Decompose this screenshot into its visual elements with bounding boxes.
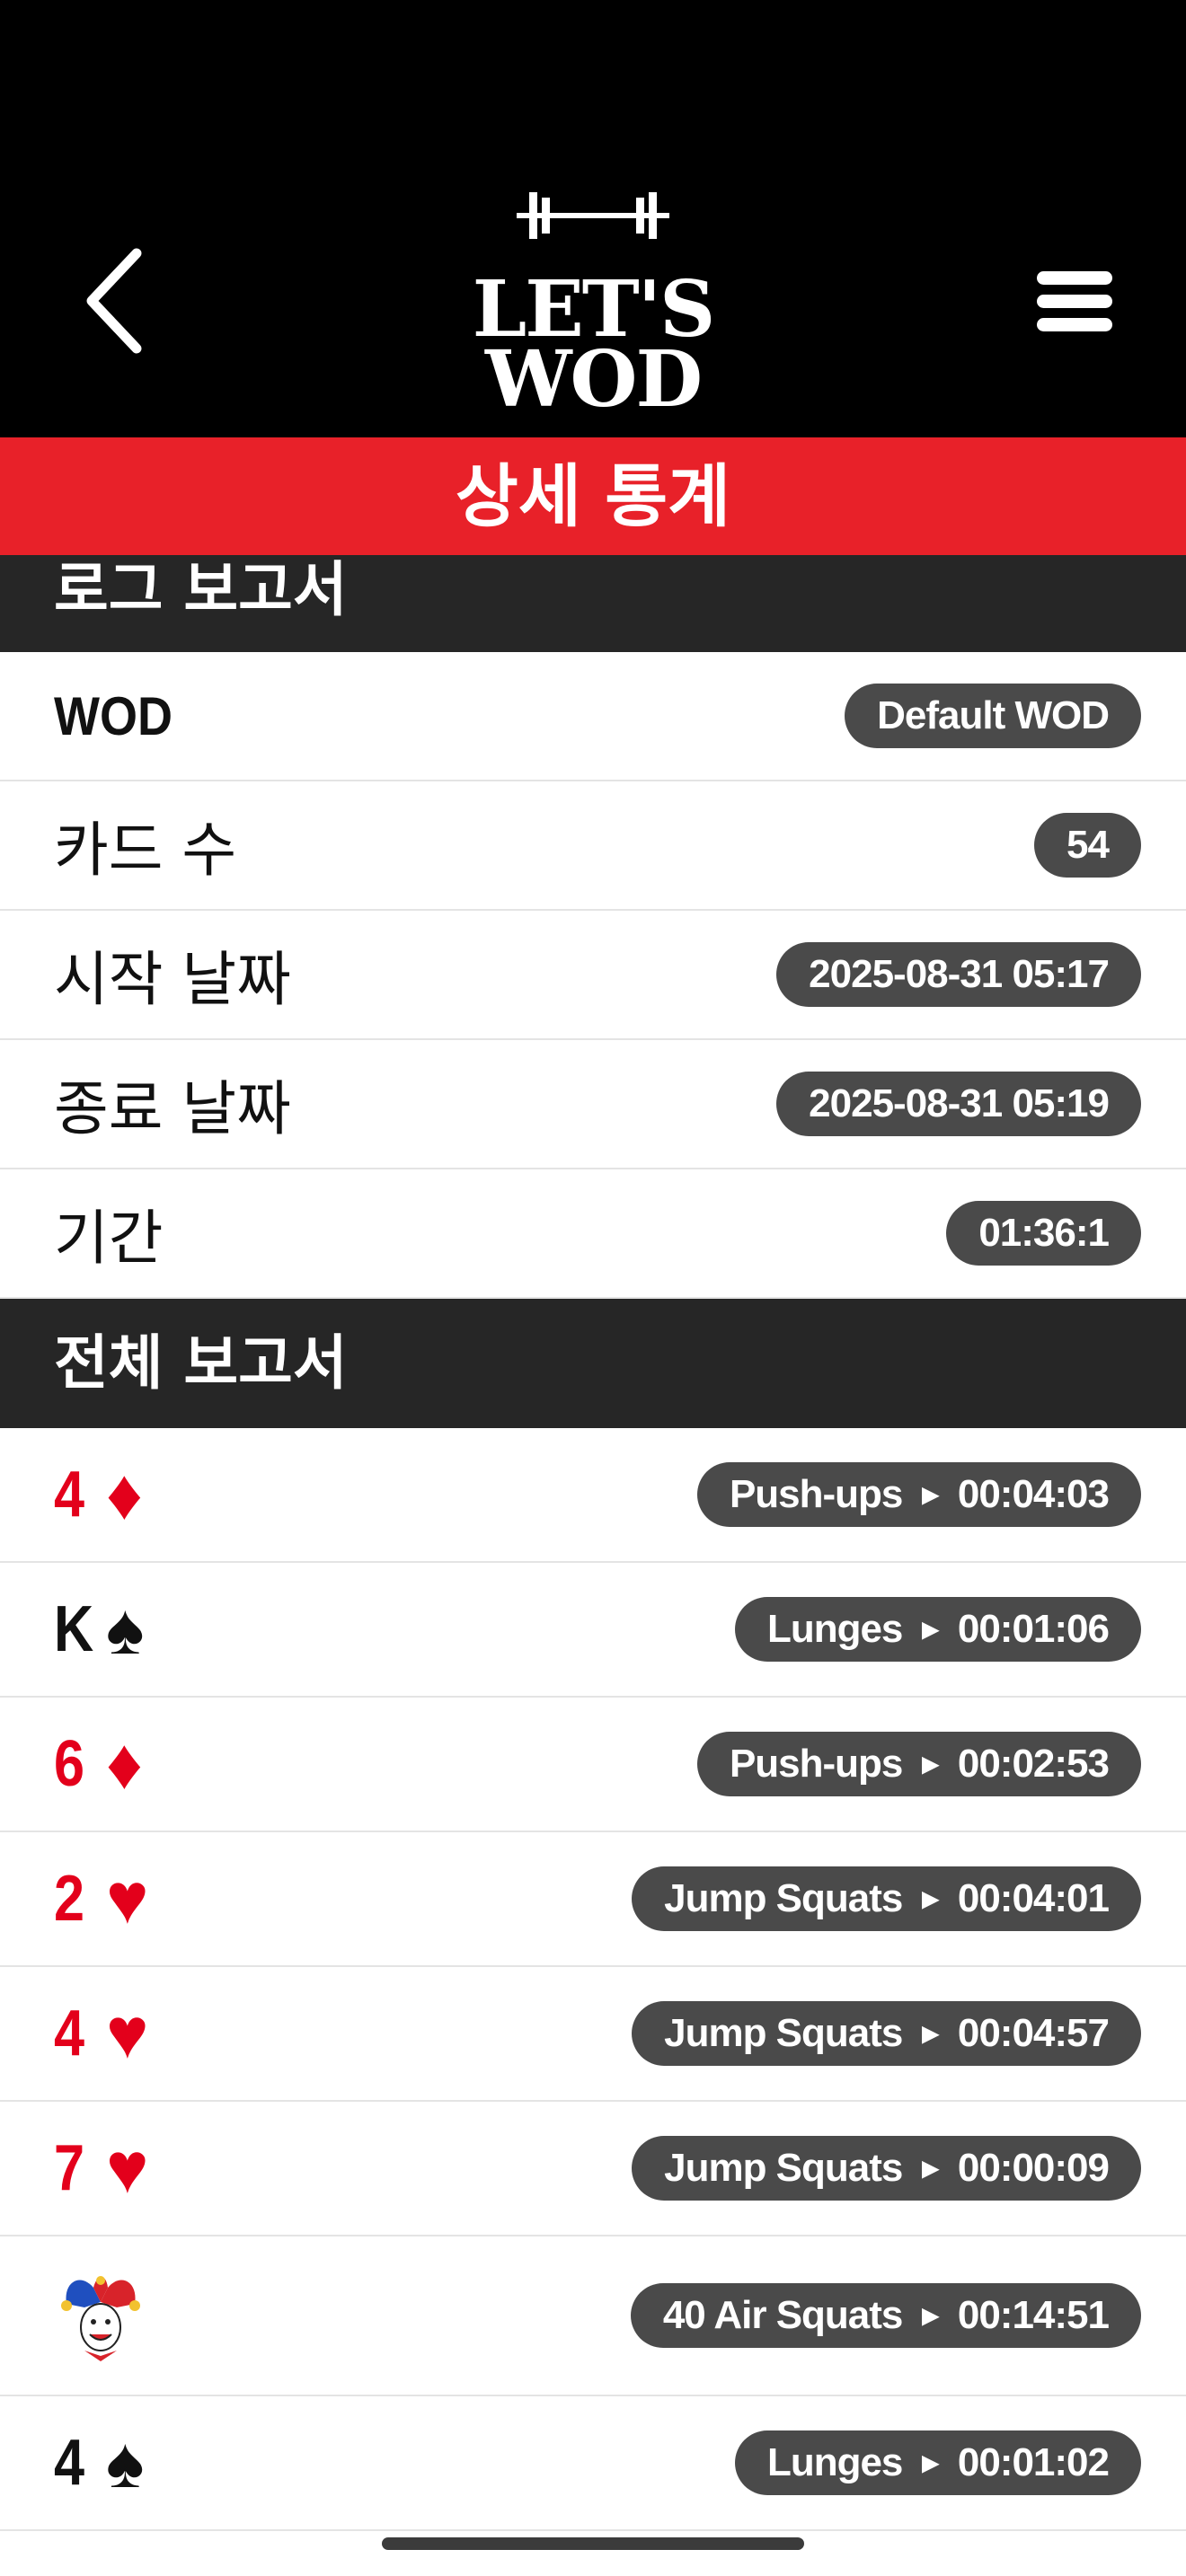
heart-suit-icon: ♥ <box>106 1858 149 1938</box>
exercise-name: Jump Squats <box>664 2146 903 2190</box>
row-label: 종료 날짜 <box>54 1074 291 1143</box>
log-row-end-date: 종료 날짜 2025-08-31 05:19 <box>0 1040 1186 1169</box>
log-row-duration: 기간 01:36:1 <box>0 1169 1186 1299</box>
section-title: 전체 보고서 <box>54 1328 348 1398</box>
value-pill: 54 <box>1034 813 1141 878</box>
play-arrow-icon: ▶ <box>922 2304 938 2328</box>
log-row-card-count: 카드 수 54 <box>0 781 1186 911</box>
report-row: 2 ♥ Jump Squats ▶ 00:04:01 <box>0 1832 1186 1967</box>
value-pill: Default WOD <box>845 684 1141 748</box>
section-title: 로그 보고서 <box>54 555 348 624</box>
card-label: 4 ♦ <box>54 1428 143 1561</box>
exercise-time-pill: Jump Squats ▶ 00:04:01 <box>632 1866 1141 1931</box>
play-arrow-icon: ▶ <box>922 2451 938 2475</box>
logo-text-line2: WOD <box>484 334 703 425</box>
app-logo: LET'S WOD <box>467 189 719 419</box>
report-row: 40 Air Squats ▶ 00:14:51 <box>0 2236 1186 2396</box>
report-row: 4 ♠ Lunges ▶ 00:01:02 <box>0 2396 1186 2531</box>
exercise-time-pill: Lunges ▶ 00:01:02 <box>734 2430 1141 2495</box>
card-label: 6 ♦ <box>54 1698 143 1831</box>
exercise-name: Lunges <box>766 2440 903 2484</box>
row-label: WOD <box>54 685 173 746</box>
exercise-name: 40 Air Squats <box>662 2293 904 2337</box>
card-label: K ♠ <box>54 1563 145 1696</box>
menu-button[interactable] <box>1024 260 1123 341</box>
play-arrow-icon: ▶ <box>922 1887 938 1911</box>
exercise-time-pill: Lunges ▶ 00:01:06 <box>734 1597 1141 1662</box>
report-row: K ♠ Lunges ▶ 00:01:06 <box>0 1563 1186 1698</box>
back-button[interactable] <box>72 243 162 359</box>
card-rank: 7 <box>54 2132 85 2204</box>
spade-suit-icon: ♠ <box>106 2422 145 2502</box>
diamond-suit-icon: ♦ <box>106 1454 143 1534</box>
card-rank: K <box>54 1593 94 1665</box>
card-label: 7 ♥ <box>54 2102 149 2235</box>
home-indicator[interactable] <box>382 2537 804 2550</box>
exercise-time-pill: Jump Squats ▶ 00:00:09 <box>632 2136 1141 2201</box>
exercise-time-pill: Jump Squats ▶ 00:04:57 <box>632 2001 1141 2066</box>
exercise-time: 00:04:01 <box>957 1876 1110 1920</box>
exercise-time: 00:14:51 <box>957 2293 1110 2337</box>
card-label: 4 ♥ <box>54 1967 149 2100</box>
log-row-wod: WOD Default WOD <box>0 652 1186 781</box>
play-arrow-icon: ▶ <box>922 1752 938 1777</box>
exercise-time: 00:02:53 <box>957 1742 1110 1786</box>
page-title: 상세 통계 <box>455 456 731 536</box>
log-row-start-date: 시작 날짜 2025-08-31 05:17 <box>0 911 1186 1040</box>
exercise-time: 00:04:03 <box>957 1472 1110 1516</box>
section-header-log-report: 로그 보고서 <box>0 555 1186 652</box>
exercise-time-pill: Push-ups ▶ 00:04:03 <box>696 1462 1141 1527</box>
exercise-name: Jump Squats <box>664 2011 903 2055</box>
card-rank: 4 <box>54 1998 85 2069</box>
card-rank: 4 <box>54 2427 85 2499</box>
joker-icon <box>61 2276 140 2361</box>
card-rank: 4 <box>54 1459 85 1531</box>
value-pill: 2025-08-31 05:19 <box>776 1072 1141 1136</box>
exercise-name: Push-ups <box>729 1742 903 1786</box>
title-band: 상세 통계 <box>0 437 1186 555</box>
card-rank: 6 <box>54 1728 85 1800</box>
exercise-time: 00:01:02 <box>957 2440 1110 2484</box>
exercise-name: Jump Squats <box>664 1876 903 1920</box>
exercise-time-pill: 40 Air Squats ▶ 00:14:51 <box>630 2283 1141 2348</box>
chevron-left-icon <box>86 248 142 354</box>
exercise-time: 00:00:09 <box>957 2146 1110 2190</box>
section-header-full-report: 전체 보고서 <box>0 1299 1186 1428</box>
row-label: 기간 <box>54 1204 164 1273</box>
card-label: 4 ♠ <box>54 2396 145 2529</box>
exercise-time: 00:01:06 <box>957 1607 1110 1651</box>
spade-suit-icon: ♠ <box>106 1589 145 1669</box>
heart-suit-icon: ♥ <box>106 1993 149 2073</box>
card-rank: 2 <box>54 1863 85 1935</box>
report-row: 7 ♥ Jump Squats ▶ 00:00:09 <box>0 2102 1186 2236</box>
app-header: LET'S WOD <box>0 0 1186 437</box>
value-pill: 01:36:1 <box>946 1201 1141 1266</box>
exercise-name: Push-ups <box>729 1472 903 1516</box>
play-arrow-icon: ▶ <box>922 1483 938 1507</box>
report-row: 4 ♦ Push-ups ▶ 00:04:03 <box>0 1428 1186 1563</box>
heart-suit-icon: ♥ <box>106 2128 149 2208</box>
report-row: 4 ♥ Jump Squats ▶ 00:04:57 <box>0 1967 1186 2102</box>
report-row: 6 ♦ Push-ups ▶ 00:02:53 <box>0 1698 1186 1832</box>
card-label: 2 ♥ <box>54 1832 149 1965</box>
exercise-name: Lunges <box>766 1607 903 1651</box>
play-arrow-icon: ▶ <box>922 1618 938 1642</box>
exercise-time: 00:04:57 <box>957 2011 1110 2055</box>
row-label: 카드 수 <box>54 816 237 885</box>
value-pill: 2025-08-31 05:17 <box>776 942 1141 1007</box>
barbell-icon <box>517 192 669 239</box>
row-label: 시작 날짜 <box>54 945 291 1014</box>
diamond-suit-icon: ♦ <box>106 1724 143 1804</box>
play-arrow-icon: ▶ <box>922 2022 938 2046</box>
play-arrow-icon: ▶ <box>922 2157 938 2181</box>
exercise-time-pill: Push-ups ▶ 00:02:53 <box>696 1732 1141 1796</box>
